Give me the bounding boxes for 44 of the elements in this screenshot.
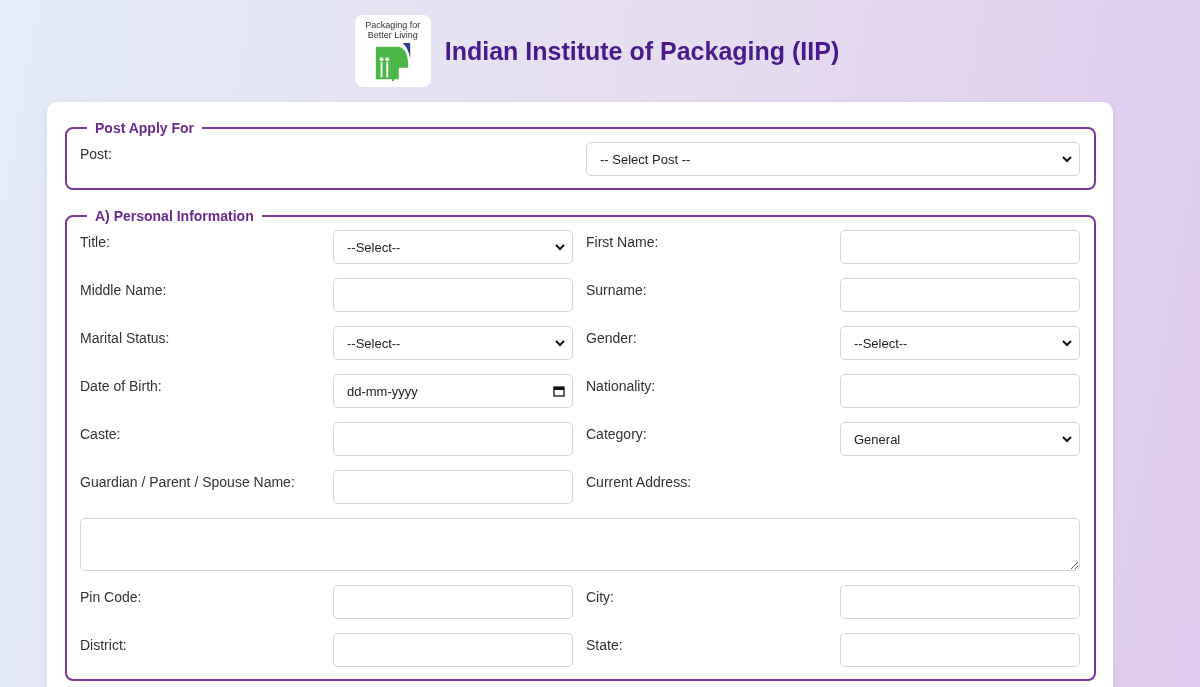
text-field[interactable] xyxy=(840,278,1080,312)
dropdown[interactable]: --Select-- xyxy=(333,326,573,360)
field-label: Surname: xyxy=(586,281,648,300)
field-label: Nationality: xyxy=(586,377,657,396)
text-field[interactable] xyxy=(840,633,1080,667)
chevron-icon xyxy=(1062,435,1072,443)
text-field[interactable] xyxy=(840,230,1080,264)
dropdown[interactable]: --Select-- xyxy=(840,326,1080,360)
field-label: Current Address: xyxy=(586,473,693,492)
text-field[interactable] xyxy=(840,374,1080,408)
chevron-icon xyxy=(555,339,565,347)
dropdown[interactable]: -- Select Post -- xyxy=(586,142,1080,176)
field-label: Caste: xyxy=(80,425,122,444)
text-field[interactable] xyxy=(333,278,573,312)
date-field[interactable]: dd-mm-yyyy xyxy=(333,374,573,408)
field-label: Gender: xyxy=(586,329,638,348)
section-legend: A) Personal Information xyxy=(87,208,262,224)
field-label: City: xyxy=(586,588,615,607)
chevron-icon xyxy=(555,243,565,251)
chevron-icon xyxy=(1062,155,1072,163)
logo-tagline: Packaging for Better Living xyxy=(364,19,422,40)
field-label: Date of Birth: xyxy=(80,377,163,396)
field-label: Post: xyxy=(80,145,112,162)
calendar-icon xyxy=(553,385,565,397)
section-legend: Post Apply For xyxy=(87,120,203,136)
chevron-icon xyxy=(1062,339,1072,347)
field-label: Guardian / Parent / Spouse Name: xyxy=(80,473,296,492)
page-title: Indian Institute of Packaging (IIP) xyxy=(444,36,840,66)
field-label: Category: xyxy=(586,425,648,444)
field-label: First Name: xyxy=(586,233,660,252)
dropdown[interactable]: General xyxy=(840,422,1080,456)
dropdown[interactable]: --Select-- xyxy=(333,230,573,264)
field-label: State: xyxy=(586,636,624,655)
field-label: Pin Code: xyxy=(80,588,143,607)
text-field[interactable] xyxy=(333,470,573,504)
address-textarea[interactable] xyxy=(80,518,1080,571)
text-field[interactable] xyxy=(333,422,573,456)
text-field[interactable] xyxy=(333,585,573,619)
field-label: Middle Name: xyxy=(80,281,168,300)
field-label: District: xyxy=(80,636,128,655)
text-field[interactable] xyxy=(840,585,1080,619)
field-label: Title: xyxy=(80,233,111,252)
text-field[interactable] xyxy=(333,633,573,667)
field-label: Marital Status: xyxy=(80,329,171,348)
